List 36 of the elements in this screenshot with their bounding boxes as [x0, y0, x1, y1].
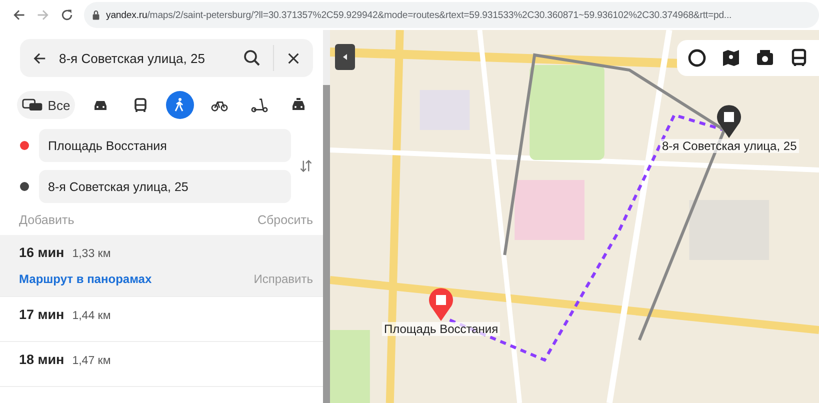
scooter-icon	[250, 97, 268, 113]
collapse-panel-button[interactable]	[335, 44, 355, 70]
route-distance: 1,47 км	[72, 355, 111, 367]
route-time: 17 мин	[19, 307, 64, 322]
swap-icon[interactable]	[299, 159, 313, 173]
route-distance: 1,44 км	[72, 310, 111, 322]
circle-icon[interactable]	[687, 48, 707, 68]
route-option[interactable]: 16 мин 1,33 км Маршрут в панорамах Исправить	[0, 235, 323, 297]
panorama-route-link[interactable]: Маршрут в панорамах	[19, 272, 152, 286]
bus-icon	[132, 97, 149, 113]
route-time: 16 мин	[19, 245, 64, 260]
camera-icon[interactable]	[755, 48, 775, 68]
all-modes-tab[interactable]: Все	[17, 91, 75, 119]
route-distance: 1,33 км	[72, 248, 111, 260]
vehicles-icon	[22, 97, 44, 113]
address-bar[interactable]: yandex.ru/maps/2/saint-petersburg/?ll=30.371357%2C59.929942&mode=routes&rtext=59.931533%2C30.360871~59.936102%2C30.374968&rtt=pd...	[84, 2, 819, 28]
reload-icon[interactable]	[60, 8, 74, 22]
route-time: 18 мин	[19, 352, 64, 367]
route-point-field[interactable]: 8-я Советская улица, 25	[39, 170, 291, 203]
search-field[interactable]: 8-я Советская улица, 25	[20, 39, 313, 77]
scrollbar-thumb[interactable]	[323, 85, 330, 403]
map-icon[interactable]	[721, 48, 741, 68]
left-triangle-icon	[341, 53, 349, 61]
back-arrow-icon[interactable]	[32, 50, 47, 66]
pin-label: Площадь Восстания	[382, 322, 500, 336]
bus-icon[interactable]	[789, 48, 809, 68]
lock-icon	[92, 10, 100, 20]
start-pin-icon[interactable]	[428, 288, 454, 322]
route-point-field[interactable]: Площадь Восстания	[39, 129, 291, 162]
walk-mode-tab[interactable]	[166, 91, 194, 119]
close-icon[interactable]	[286, 50, 301, 66]
search-icon[interactable]	[243, 49, 261, 67]
back-icon[interactable]	[12, 8, 26, 22]
end-pin-icon[interactable]	[716, 105, 742, 139]
taxi-icon	[290, 97, 308, 113]
pin-label: 8-я Советская улица, 25	[660, 139, 799, 153]
